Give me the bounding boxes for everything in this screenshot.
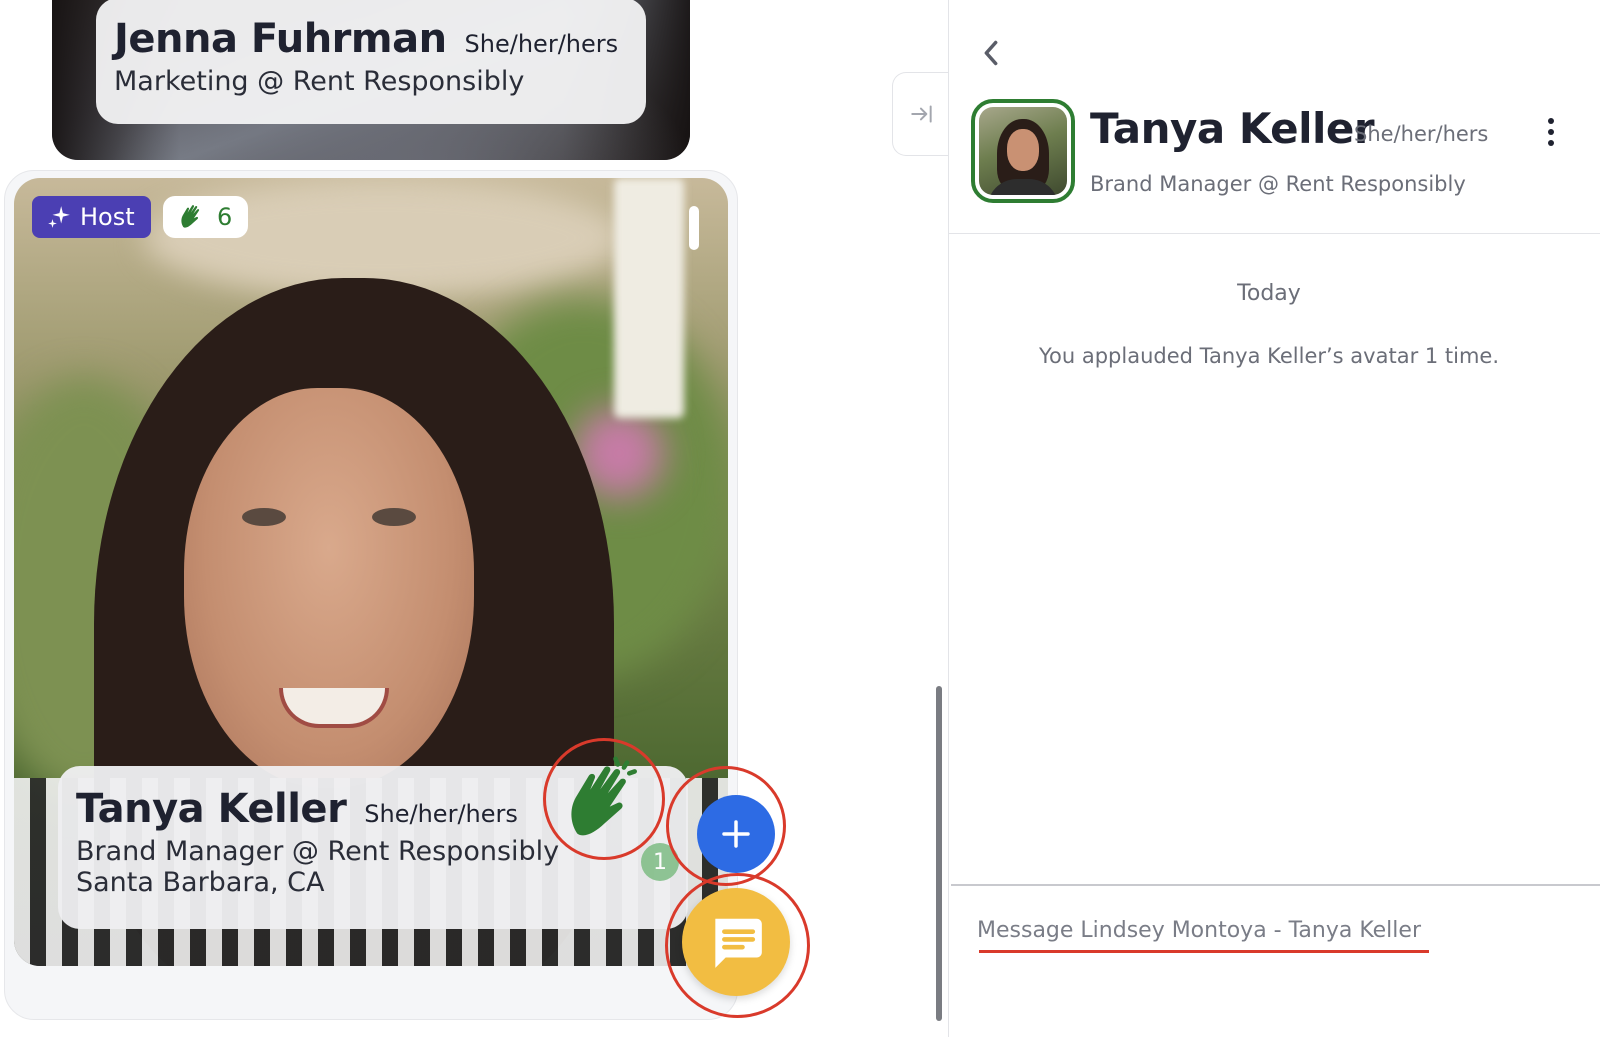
collapse-panel-button[interactable] <box>892 72 950 156</box>
host-badge: Host <box>32 196 151 238</box>
attendee-name: Tanya Keller <box>76 786 347 832</box>
more-vertical-icon <box>1541 118 1561 146</box>
add-button[interactable] <box>697 795 775 873</box>
open-chat-button[interactable] <box>682 888 790 996</box>
attendee-role: Marketing @ Rent Responsibly <box>114 66 525 97</box>
host-badge-label: Host <box>80 203 135 231</box>
chevron-left-icon <box>984 40 998 66</box>
applause-count-badge: 6 <box>163 196 249 238</box>
message-input[interactable] <box>977 908 1437 952</box>
input-highlight-underline <box>979 950 1429 953</box>
divider <box>949 233 1600 234</box>
attendee-card-jenna[interactable]: Jenna Fuhrman She/her/hers Marketing @ R… <box>52 0 690 160</box>
contact-pronouns: She/her/hers <box>1354 122 1489 146</box>
attendee-pronouns: She/her/hers <box>364 800 518 828</box>
applause-total: 6 <box>217 203 233 231</box>
attendee-pronouns: She/her/hers <box>464 30 619 58</box>
plus-icon <box>722 820 750 848</box>
applaud-button[interactable] <box>543 738 665 860</box>
day-separator: Today <box>1237 281 1301 306</box>
chat-panel: Tanya Keller She/her/hers Brand Manager … <box>948 0 1600 1037</box>
more-options-button[interactable] <box>1541 118 1561 152</box>
attendee-location: Santa Barbara, CA <box>76 867 325 898</box>
clapping-hands-icon <box>181 205 200 228</box>
divider <box>951 884 1600 886</box>
clapping-hands-icon <box>571 756 637 836</box>
audio-indicator <box>689 206 699 250</box>
contact-role: Brand Manager @ Rent Responsibly <box>1090 172 1466 196</box>
system-message: You applauded Tanya Keller’s avatar 1 ti… <box>1038 344 1500 368</box>
back-button[interactable] <box>977 36 1005 70</box>
attendee-name: Jenna Fuhrman <box>114 16 447 62</box>
sparkle-icon <box>48 206 70 228</box>
avatar[interactable] <box>971 99 1075 203</box>
contact-name: Tanya Keller <box>1090 104 1375 153</box>
chat-bubble-icon <box>715 918 762 968</box>
collapse-right-icon <box>910 105 932 123</box>
scrollbar[interactable] <box>936 686 942 1021</box>
page: Jenna Fuhrman She/her/hers Marketing @ R… <box>0 0 1600 1037</box>
name-plate: Jenna Fuhrman She/her/hers Marketing @ R… <box>96 0 646 124</box>
